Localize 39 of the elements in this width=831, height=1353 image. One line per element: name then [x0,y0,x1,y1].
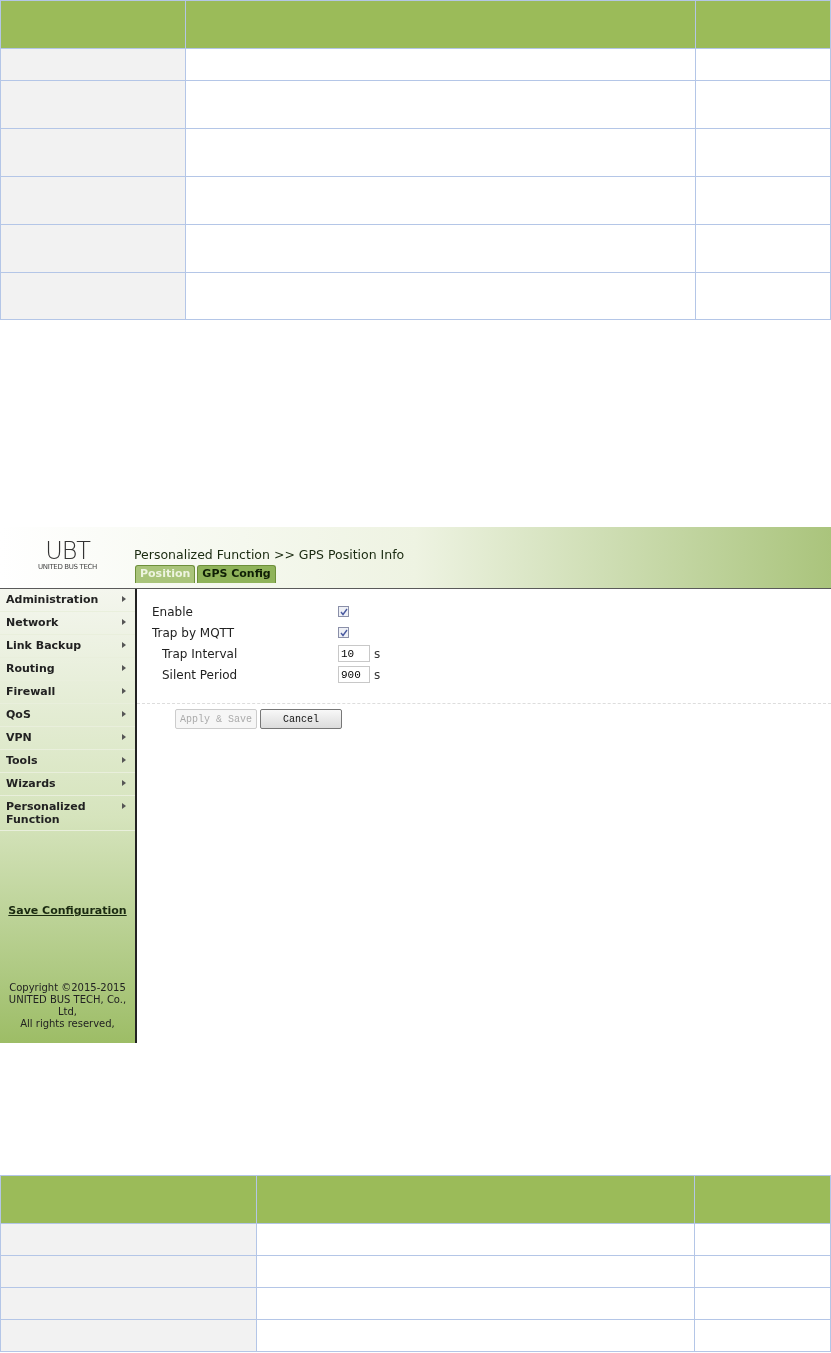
field-label: Trap by MQTT [151,624,236,642]
caret-icon [122,803,126,809]
field-label: Enable [151,603,194,621]
checkbox[interactable] [338,606,349,617]
copyright-text: UNITED BUS TECH, Co., [8,993,127,1006]
menu-item[interactable]: Administration [0,589,135,612]
caret-icon [122,780,126,786]
number-field[interactable]: 10 [338,645,370,662]
caret-icon [122,619,126,625]
page-title: Personalized Function >> GPS Position Info [134,547,405,563]
menu-item[interactable]: Link Backup [0,635,135,658]
caret-icon [122,596,126,602]
menu-item[interactable]: Network [0,612,135,635]
copyright-text: Copyright ©2015-2015 [9,981,126,994]
logo-mark: UBT [45,539,90,563]
menu-item[interactable]: Wizards [0,773,135,796]
unit-label: s [374,666,381,684]
caret-icon [122,711,126,717]
caret-icon [122,642,126,648]
checkbox[interactable] [338,627,349,638]
unit-label: s [374,645,381,663]
menu-item[interactable]: Tools [0,750,135,773]
caret-icon [122,757,126,763]
field-label: Trap Interval [161,645,239,663]
caret-icon [122,734,126,740]
menu-item[interactable]: Routing [0,658,135,681]
copyright-text: Ltd, [58,1005,77,1018]
menu-item[interactable]: QoS [0,704,135,727]
menu-item[interactable]: Firewall [0,681,135,704]
menu-item[interactable]: VPN [0,727,135,750]
menu-item[interactable]: Personalized Function [0,796,135,831]
save-configuration-link[interactable]: Save Configuration [8,903,127,920]
form-button[interactable]: Cancel [260,709,342,729]
field-label: Silent Period [161,666,239,684]
copyright-text: All rights reserved, [20,1017,115,1030]
number-field[interactable]: 900 [338,666,370,683]
caret-icon [122,688,126,694]
caret-icon [122,665,126,671]
tab[interactable]: GPS Config [197,565,276,583]
